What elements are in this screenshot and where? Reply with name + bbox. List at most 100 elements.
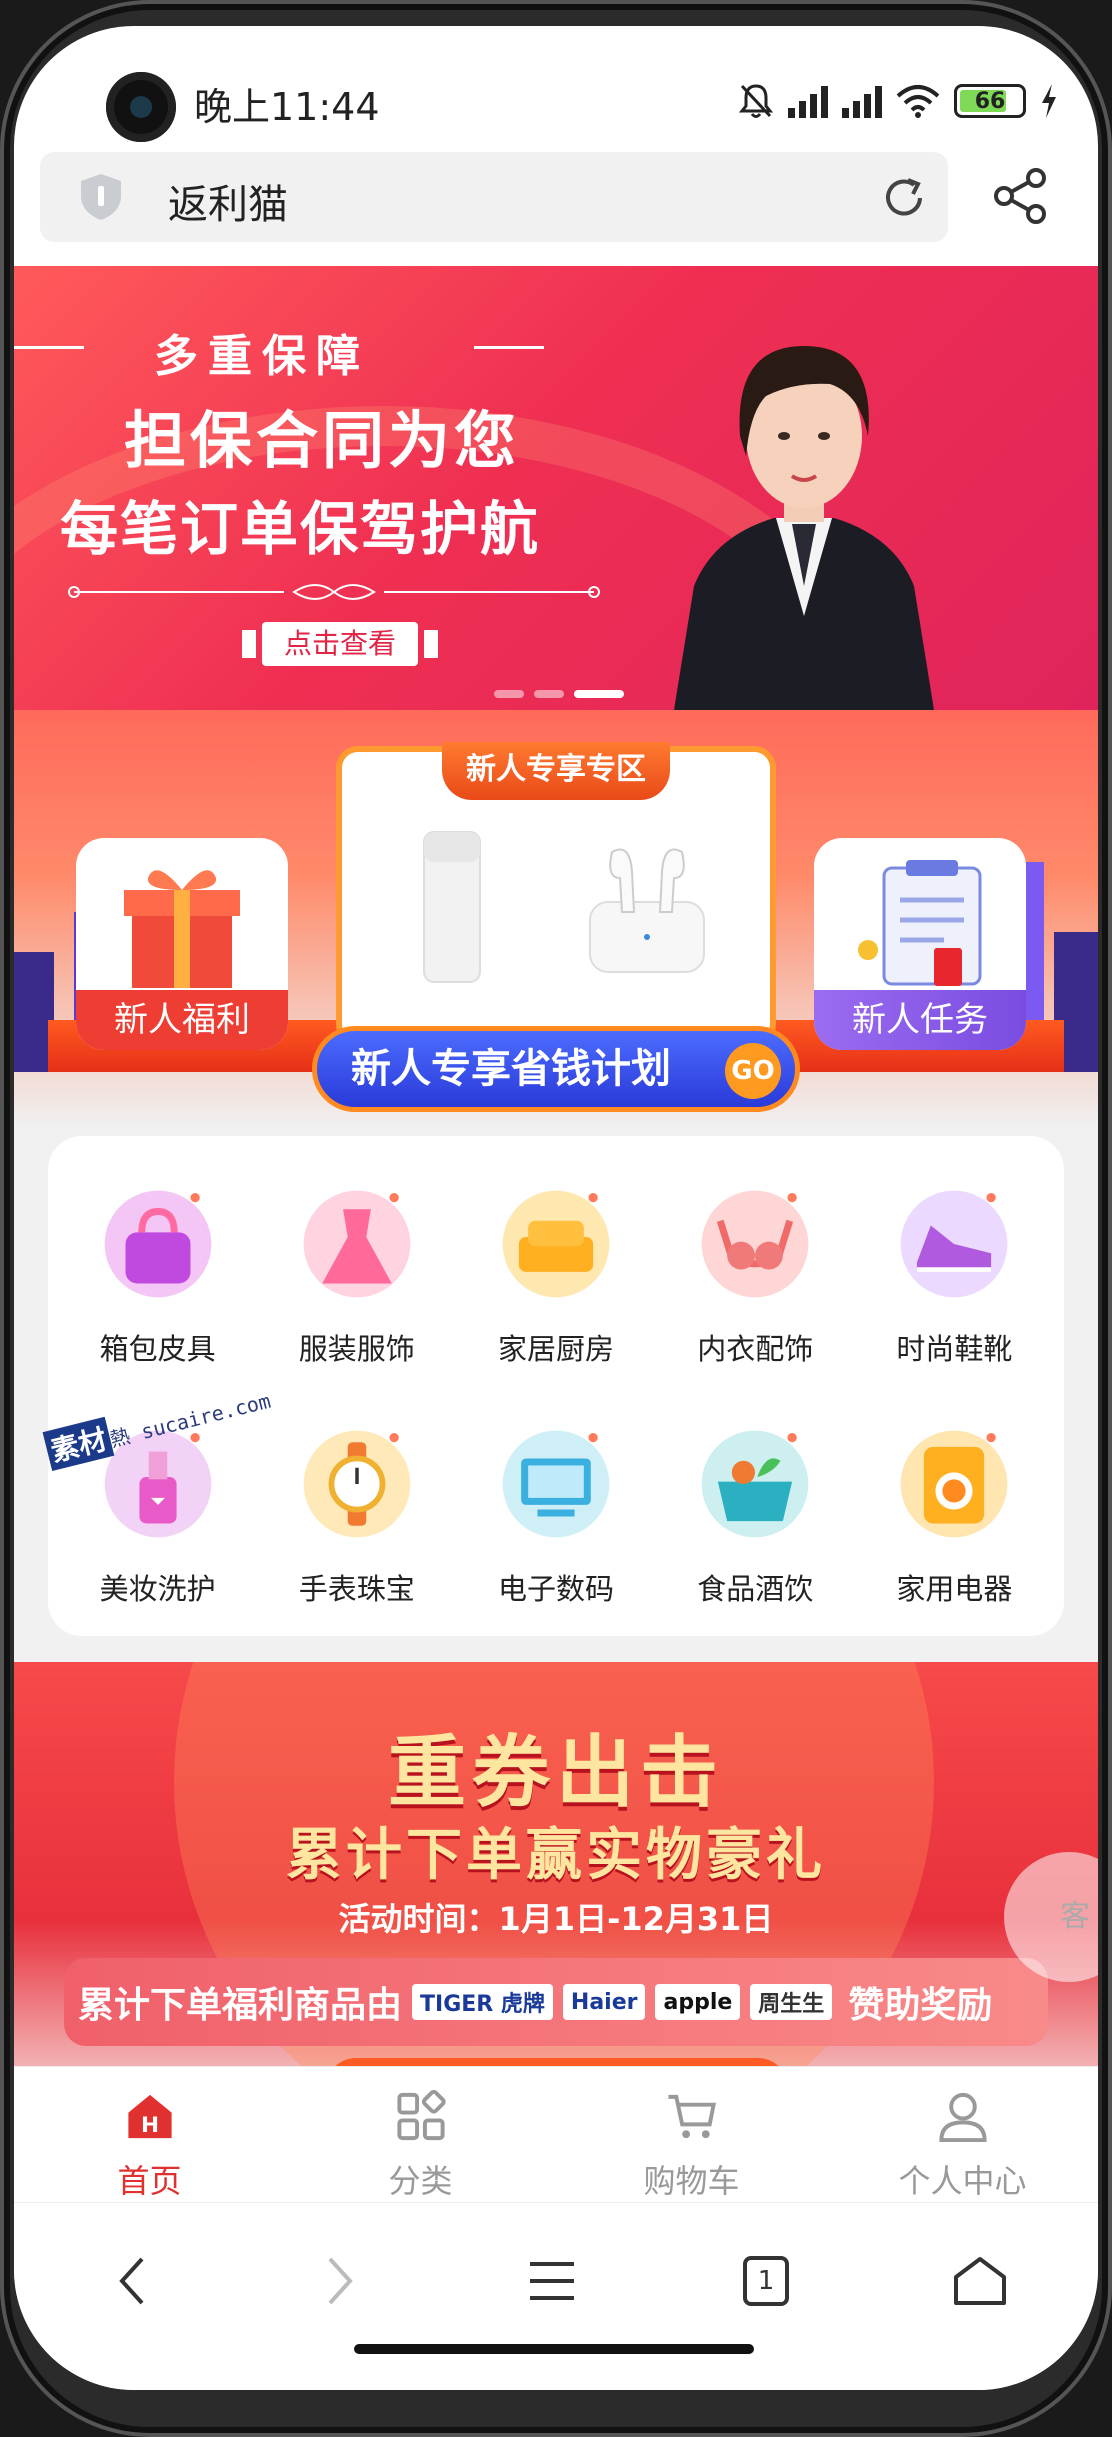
home-button[interactable]	[944, 2245, 1016, 2317]
carousel-dot[interactable]	[494, 690, 524, 698]
watch-icon	[299, 1426, 415, 1542]
decor-line-right	[474, 346, 544, 349]
nav-label-cart: 购物车	[643, 2162, 740, 2200]
hero-tag: 多重保障	[154, 331, 370, 382]
camera-cutout	[106, 72, 176, 142]
handbag-icon	[100, 1186, 216, 1302]
carousel-dot-active[interactable]	[574, 690, 624, 698]
battery-level: 66	[974, 88, 1006, 114]
sofa-icon	[498, 1186, 614, 1302]
category-label: 家用电器	[896, 1572, 1013, 1606]
category-panel: 箱包皮具 服装服饰 家居厨房 内衣配饰 时尚鞋靴美妆洗护 手表珠宝 电子数码 食品酒饮 家用电器	[48, 1136, 1064, 1636]
menu-icon	[530, 2262, 574, 2300]
status-icons: 66	[738, 82, 1058, 120]
category-item[interactable]: 食品酒饮	[656, 1426, 855, 1608]
hero-headline-2: 每笔订单保驾护航	[60, 495, 541, 563]
savings-plan-label: 新人专享省钱计划	[351, 1046, 671, 1092]
coupon-title: 重券出击	[387, 1728, 724, 1818]
nav-item-category[interactable]: 分类	[285, 2067, 556, 2202]
address-bar[interactable]: 返利猫	[40, 152, 948, 242]
new-user-benefits-label: 新人福利	[76, 990, 288, 1050]
forward-button[interactable]	[304, 2245, 376, 2317]
tabs-button[interactable]: 1	[730, 2245, 802, 2317]
category-item[interactable]: 箱包皮具	[58, 1186, 257, 1368]
share-icon[interactable]	[992, 168, 1048, 224]
view-details-button[interactable]: 点击查看	[242, 622, 438, 666]
coupon-banner[interactable]: 重券出击 累计下单赢实物豪礼 活动时间：1月1日-12月31日 累计下单福利商品…	[14, 1662, 1098, 2092]
go-icon[interactable]: GO	[725, 1043, 781, 1099]
nav-item-profile[interactable]: 个人中心	[827, 2067, 1098, 2202]
tab-count: 1	[743, 2256, 789, 2306]
brand-apple: apple	[655, 1984, 741, 2020]
monitor-icon	[498, 1426, 614, 1542]
savings-plan-button[interactable]: 新人专享省钱计划 GO	[312, 1026, 800, 1112]
wifi-icon	[896, 85, 940, 118]
shield-icon	[81, 174, 121, 220]
mute-bell-icon	[738, 84, 774, 118]
task-clipboard-icon	[858, 860, 982, 986]
washing-machine-icon	[896, 1426, 1012, 1542]
new-user-zone: 新人福利 新人专享专区 新人任务 新人专享省钱计划 GO	[14, 710, 1098, 1126]
user-icon	[938, 2092, 987, 2143]
brand-haier: Haier	[562, 1984, 646, 2020]
sponsor-strip-lead: 累计下单福利商品由	[78, 1985, 403, 2026]
category-item[interactable]: 服装服饰	[257, 1186, 456, 1368]
category-item[interactable]: 时尚鞋靴	[855, 1186, 1054, 1368]
back-button[interactable]	[96, 2245, 168, 2317]
page-title: 返利猫	[168, 182, 288, 228]
exclusive-zone-tag: 新人专享专区	[442, 742, 670, 800]
browser-toolbar: 1	[14, 2202, 1098, 2390]
new-user-tasks-label: 新人任务	[814, 990, 1026, 1050]
category-item[interactable]: 手表珠宝	[257, 1426, 456, 1608]
dress-icon	[299, 1186, 415, 1302]
sneaker-icon	[896, 1186, 1012, 1302]
chevron-right-icon	[328, 2257, 353, 2305]
brand-tiger: TIGER 虎牌	[412, 1984, 553, 2020]
nav-item-cart[interactable]: 购物车	[556, 2067, 827, 2202]
category-item[interactable]: 内衣配饰	[656, 1186, 855, 1368]
decor-line-left	[14, 346, 84, 349]
house-icon	[954, 2257, 1006, 2305]
sponsor-strip: 累计下单福利商品由 TIGER 虎牌 Haier apple 周生生 赞助奖励	[64, 1958, 1048, 2046]
category-label: 时尚鞋靴	[896, 1332, 1013, 1366]
nav-item-home[interactable]: H 首页	[14, 2067, 285, 2202]
menu-button[interactable]	[516, 2245, 588, 2317]
category-icon	[396, 2089, 446, 2141]
category-label: 内衣配饰	[697, 1332, 814, 1366]
brand-chow-sang-sang: 周生生	[750, 1984, 833, 2020]
coupon-period: 活动时间：1月1日-12月31日	[338, 1900, 774, 1938]
new-user-exclusive-card[interactable]: 新人专享专区	[336, 742, 776, 1046]
new-user-tasks-card[interactable]: 新人任务	[814, 838, 1026, 1050]
hero-banner[interactable]: 多重保障 担保合同为您 每笔订单保驾护航 点击查看	[14, 266, 1098, 710]
refresh-icon[interactable]	[878, 172, 930, 224]
category-item[interactable]: 电子数码	[456, 1426, 655, 1608]
screen: 晚上11:44 66 返利猫 多重保障 担保合同为您 每笔订单保驾护航 点击查看…	[14, 26, 1098, 2390]
category-label: 食品酒饮	[697, 1572, 814, 1606]
ornament-divider	[68, 584, 600, 600]
thermos-product-image	[423, 831, 481, 983]
home-icon: H	[127, 2094, 172, 2138]
carousel-dots[interactable]	[494, 690, 624, 698]
category-label: 电子数码	[497, 1572, 614, 1606]
bottom-nav: H 首页 分类 购物车 个人中心	[14, 2066, 1098, 2202]
category-label: 服装服饰	[298, 1332, 415, 1366]
sponsor-strip-tail: 赞助奖励	[848, 1985, 993, 2026]
category-item[interactable]: 家居厨房	[456, 1186, 655, 1368]
underwear-icon	[697, 1186, 813, 1302]
svg-text:H: H	[140, 2113, 158, 2138]
phone-frame: 晚上11:44 66 返利猫 多重保障 担保合同为您 每笔订单保驾护航 点击查看…	[0, 0, 1112, 2437]
cart-icon	[667, 2094, 716, 2139]
carousel-dot[interactable]	[534, 690, 564, 698]
charging-icon	[1042, 84, 1056, 118]
status-bar: 晚上11:44 66	[14, 26, 1098, 146]
signal-icon-2	[842, 84, 882, 118]
category-label: 美妆洗护	[99, 1572, 216, 1606]
hero-headline-1: 担保合同为您	[124, 404, 521, 477]
food-basket-icon	[697, 1426, 813, 1542]
new-user-benefits-card[interactable]: 新人福利	[76, 838, 288, 1050]
category-label: 手表珠宝	[298, 1572, 415, 1606]
category-item[interactable]: 家用电器	[855, 1426, 1054, 1608]
spokesperson-image	[674, 346, 934, 710]
signal-icon	[788, 84, 828, 118]
coupon-subtitle: 累计下单赢实物豪礼	[286, 1823, 826, 1888]
